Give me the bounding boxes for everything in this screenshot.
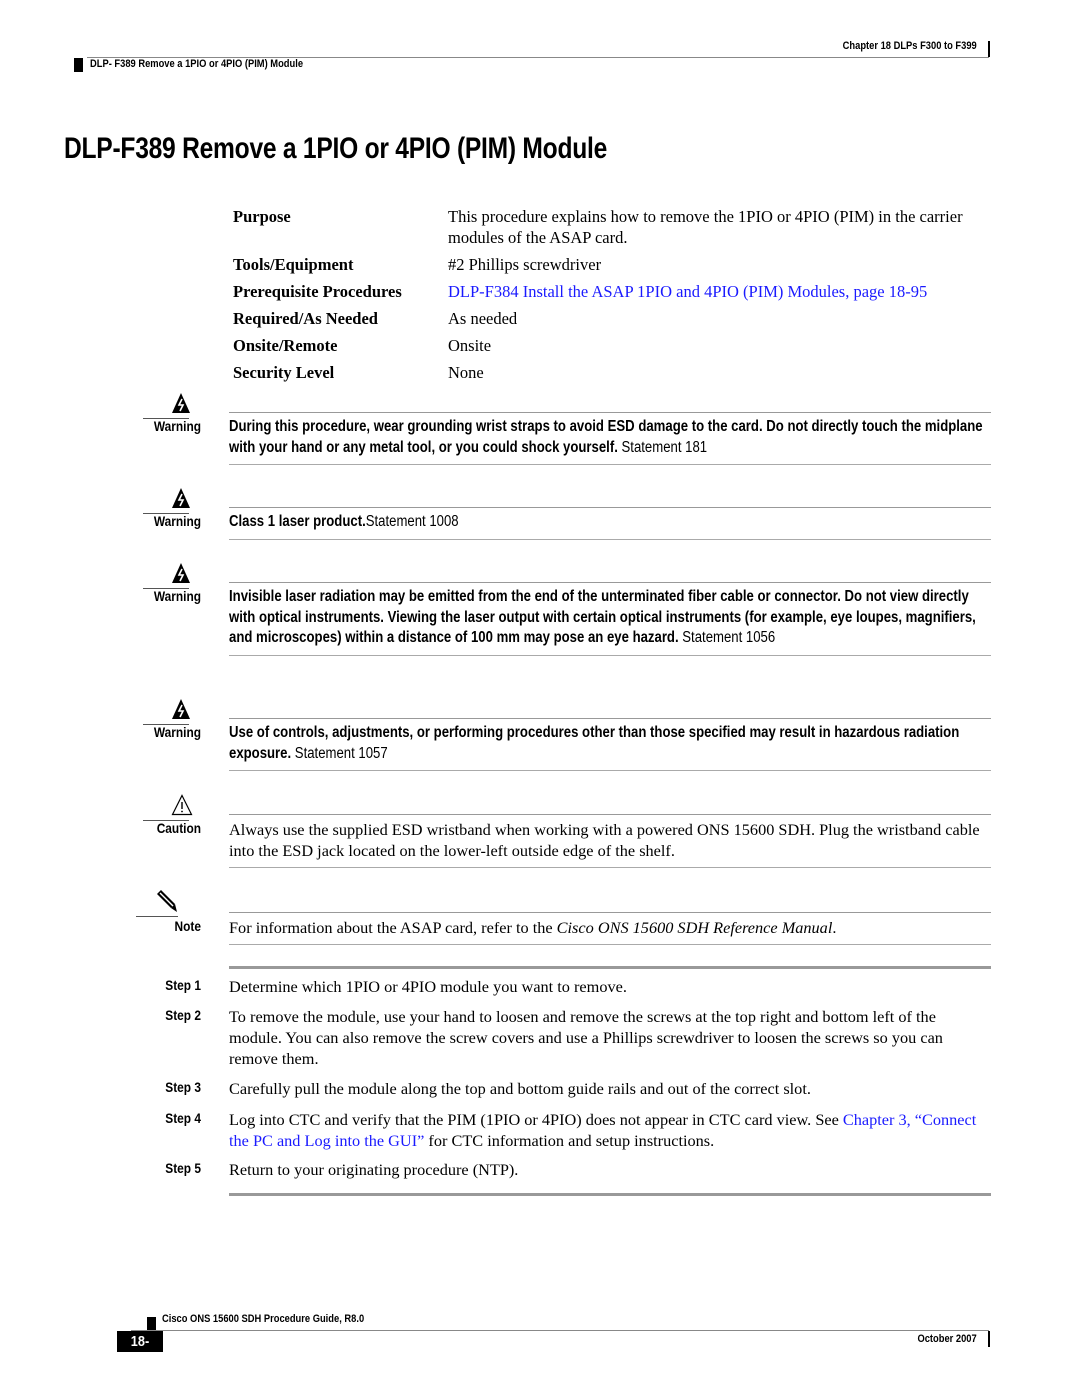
step-text: Determine which 1PIO or 4PIO module you …: [229, 977, 627, 996]
alert-body: For information about the ASAP card, ref…: [229, 912, 991, 945]
alert-text: Always use the supplied ESD wristband wh…: [229, 820, 980, 860]
page-number-text: 18-102: [129, 1333, 151, 1371]
alert-body: Invisible laser radiation may be emitted…: [229, 582, 991, 656]
alert-body: Always use the supplied ESD wristband wh…: [229, 814, 991, 868]
info-row-tools: Tools/Equipment #2 Phillips screwdriver: [233, 254, 993, 275]
info-label: Prerequisite Procedures: [233, 282, 402, 301]
warning-lightning-icon: [172, 393, 190, 413]
info-label: Onsite/Remote: [233, 336, 338, 355]
alert-text: During this procedure, wear grounding wr…: [229, 418, 983, 456]
running-header-section: DLP- F389 Remove a 1PIO or 4PIO (PIM) Mo…: [90, 58, 304, 70]
footer-block-marker: [147, 1317, 156, 1331]
alert-text: Invisible laser radiation may be emitted…: [229, 588, 976, 646]
alert-label: Warning: [153, 418, 201, 434]
statement-number: Statement 1057: [291, 744, 388, 762]
alert-label: Warning: [153, 588, 201, 604]
info-row-prerequisite: Prerequisite Procedures DLP-F384 Install…: [233, 281, 993, 302]
note-pencil-icon: [157, 890, 177, 912]
page-title: DLP-F389 Remove a 1PIO or 4PIO (PIM) Mod…: [64, 132, 608, 165]
step-text: To remove the module, use your hand to l…: [229, 1007, 943, 1068]
header-block-marker: [74, 58, 83, 72]
footer-date: October 2007: [917, 1333, 977, 1345]
alert-label: Warning: [153, 724, 201, 740]
alert-text: For information about the ASAP card, ref…: [229, 917, 991, 938]
alert-body: Use of controls, adjustments, or perform…: [229, 718, 991, 771]
info-value: #2 Phillips screwdriver: [448, 255, 602, 274]
info-row-security: Security Level None: [233, 362, 993, 383]
info-value: As needed: [448, 309, 518, 328]
step-text-part: Log into CTC and verify that the PIM (1P…: [229, 1110, 843, 1129]
alert-label: Warning: [153, 513, 201, 529]
step-text: Return to your originating procedure (NT…: [229, 1160, 519, 1179]
info-row-onsite: Onsite/Remote Onsite: [233, 335, 993, 356]
step-text: Log into CTC and verify that the PIM (1P…: [229, 1109, 991, 1151]
footer-bar-marker: [988, 1331, 990, 1347]
warning-lightning-icon: [172, 488, 190, 508]
note-text-end: .: [832, 918, 837, 937]
step-text: Carefully pull the module along the top …: [229, 1079, 811, 1098]
alert-label: Caution: [156, 820, 201, 836]
alert-label: Note: [174, 918, 201, 934]
statement-number: Statement 181: [617, 438, 708, 456]
step-label: Step 1: [165, 977, 201, 993]
info-label: Purpose: [233, 207, 291, 226]
info-label: Tools/Equipment: [233, 255, 354, 274]
prerequisite-link[interactable]: DLP-F384 Install the ASAP 1PIO and 4PIO …: [448, 282, 927, 301]
info-value: This procedure explains how to remove th…: [448, 207, 963, 247]
statement-number: Statement 1056: [678, 629, 776, 646]
warning-lightning-icon: [172, 563, 190, 583]
warning-lightning-icon: [172, 699, 190, 719]
info-value: None: [448, 363, 484, 382]
info-value: DLP-F384 Install the ASAP 1PIO and 4PIO …: [448, 281, 993, 302]
info-label: Required/As Needed: [233, 309, 378, 328]
running-header-chapter: Chapter 18 DLPs F300 to F399: [842, 40, 977, 52]
info-label: Security Level: [233, 363, 335, 382]
step-label: Step 2: [165, 1007, 201, 1023]
step-label: Step 4: [165, 1110, 201, 1126]
footer-rule: [131, 1330, 989, 1331]
alert-body: Class 1 laser product.Statement 1008: [229, 507, 991, 540]
statement-number: Statement 1008: [365, 513, 459, 530]
alert-body: During this procedure, wear grounding wr…: [229, 412, 991, 465]
caution-triangle-icon: [171, 794, 193, 816]
step-text-part: for CTC information and setup instructio…: [424, 1131, 715, 1150]
manual-title: Cisco ONS 15600 SDH Reference Manual: [556, 918, 833, 937]
procedure-info-table: Purpose This procedure explains how to r…: [233, 206, 993, 389]
alert-text: Class 1 laser product.: [229, 513, 366, 530]
info-row-purpose: Purpose This procedure explains how to r…: [233, 206, 993, 248]
steps-bottom-rule: [229, 1193, 991, 1196]
header-bar-marker: [988, 41, 990, 57]
note-text: For information about the ASAP card, ref…: [229, 918, 557, 937]
info-value: Onsite: [448, 336, 492, 355]
step-label: Step 5: [165, 1160, 201, 1176]
footer-guide-title: Cisco ONS 15600 SDH Procedure Guide, R8.…: [162, 1313, 365, 1325]
step-label: Step 3: [165, 1079, 201, 1095]
steps-top-rule: [229, 966, 991, 969]
page-number: 18-102: [117, 1331, 163, 1371]
info-row-required: Required/As Needed As needed: [233, 308, 993, 329]
